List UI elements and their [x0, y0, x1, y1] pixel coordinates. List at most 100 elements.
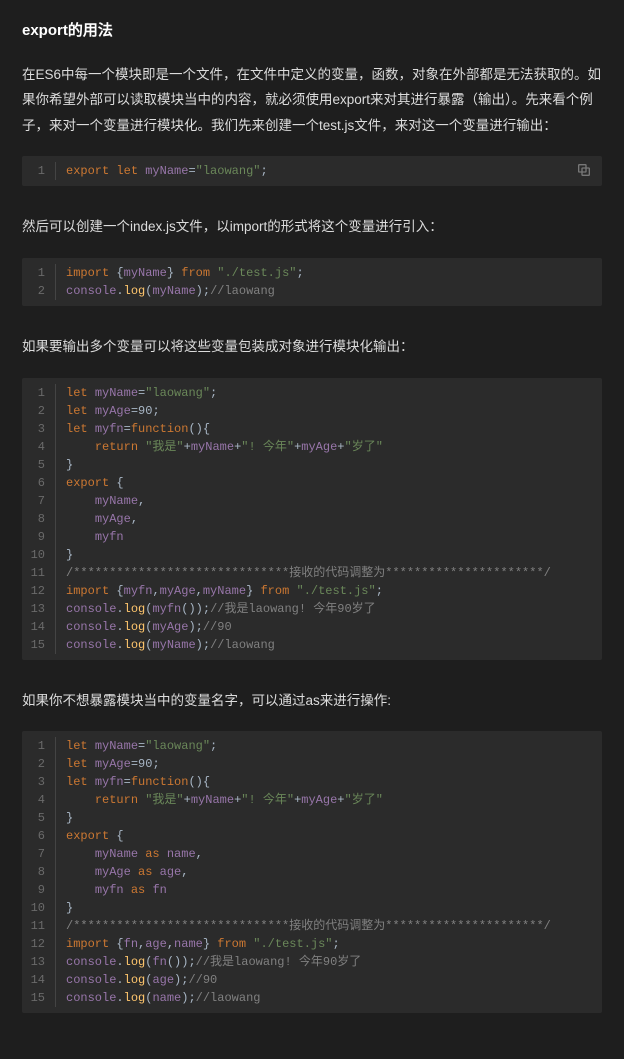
copy-icon — [576, 162, 592, 178]
code-content: console.log(fn());//我是laowang! 今年90岁了 — [56, 953, 361, 971]
code-line: 1import {myName} from "./test.js"; — [22, 264, 602, 282]
code-content: } — [56, 546, 73, 564]
code-line: 6export { — [22, 474, 602, 492]
line-number: 13 — [22, 600, 56, 618]
code-content: myAge as age, — [56, 863, 188, 881]
code-content: myfn as fn — [56, 881, 167, 899]
code-line: 5} — [22, 809, 602, 827]
line-number: 5 — [22, 456, 56, 474]
code-block-2: 1import {myName} from "./test.js";2conso… — [22, 258, 602, 306]
code-line: 4 return "我是"+myName+"! 今年"+myAge+"岁了" — [22, 791, 602, 809]
code-content: console.log(name);//laowang — [56, 989, 260, 1007]
code-line: 4 return "我是"+myName+"! 今年"+myAge+"岁了" — [22, 438, 602, 456]
code-block-3: 1let myName="laowang";2let myAge=90;3let… — [22, 378, 602, 660]
line-number: 12 — [22, 582, 56, 600]
code-line: 8 myAge, — [22, 510, 602, 528]
paragraph-1: 在ES6中每一个模块即是一个文件，在文件中定义的变量，函数，对象在外部都是无法获… — [22, 62, 602, 139]
code-line: 10} — [22, 899, 602, 917]
code-content: myName as name, — [56, 845, 203, 863]
line-number: 13 — [22, 953, 56, 971]
paragraph-2: 然后可以创建一个index.js文件，以import的形式将这个变量进行引入： — [22, 214, 602, 240]
code-content: let myfn=function(){ — [56, 420, 210, 438]
code-content: let myAge=90; — [56, 755, 160, 773]
line-number: 3 — [22, 420, 56, 438]
code-content: } — [56, 899, 73, 917]
line-number: 15 — [22, 989, 56, 1007]
code-content: } — [56, 809, 73, 827]
line-number: 2 — [22, 755, 56, 773]
code-line: 7 myName, — [22, 492, 602, 510]
code-content: } — [56, 456, 73, 474]
code-line: 11/******************************接收的代码调整… — [22, 564, 602, 582]
line-number: 2 — [22, 282, 56, 300]
line-number: 6 — [22, 827, 56, 845]
line-number: 2 — [22, 402, 56, 420]
code-line: 1export let myName="laowang"; — [22, 162, 602, 180]
code-content: export { — [56, 827, 124, 845]
line-number: 1 — [22, 737, 56, 755]
line-number: 11 — [22, 917, 56, 935]
code-content: /******************************接收的代码调整为*… — [56, 564, 551, 582]
line-number: 12 — [22, 935, 56, 953]
code-content: export { — [56, 474, 124, 492]
line-number: 8 — [22, 863, 56, 881]
code-content: let myfn=function(){ — [56, 773, 210, 791]
code-line: 14console.log(myAge);//90 — [22, 618, 602, 636]
code-line: 2let myAge=90; — [22, 402, 602, 420]
line-number: 1 — [22, 264, 56, 282]
code-line: 11/******************************接收的代码调整… — [22, 917, 602, 935]
line-number: 6 — [22, 474, 56, 492]
code-line: 1let myName="laowang"; — [22, 737, 602, 755]
line-number: 1 — [22, 384, 56, 402]
code-content: myName, — [56, 492, 145, 510]
code-content: import {fn,age,name} from "./test.js"; — [56, 935, 340, 953]
line-number: 15 — [22, 636, 56, 654]
code-content: console.log(age);//90 — [56, 971, 217, 989]
paragraph-3: 如果要输出多个变量可以将这些变量包装成对象进行模块化输出： — [22, 334, 602, 360]
line-number: 3 — [22, 773, 56, 791]
line-number: 4 — [22, 438, 56, 456]
code-line: 14console.log(age);//90 — [22, 971, 602, 989]
code-line: 15console.log(myName);//laowang — [22, 636, 602, 654]
section-heading: export的用法 — [22, 18, 602, 44]
code-line: 13console.log(myfn());//我是laowang! 今年90岁… — [22, 600, 602, 618]
code-line: 1let myName="laowang"; — [22, 384, 602, 402]
code-content: let myAge=90; — [56, 402, 160, 420]
line-number: 10 — [22, 899, 56, 917]
line-number: 9 — [22, 528, 56, 546]
line-number: 14 — [22, 618, 56, 636]
copy-button[interactable] — [576, 162, 594, 180]
code-line: 12import {myfn,myAge,myName} from "./tes… — [22, 582, 602, 600]
line-number: 10 — [22, 546, 56, 564]
code-content: console.log(myName);//laowang — [56, 282, 275, 300]
code-content: let myName="laowang"; — [56, 384, 217, 402]
code-content: import {myName} from "./test.js"; — [56, 264, 304, 282]
code-line: 9 myfn as fn — [22, 881, 602, 899]
line-number: 11 — [22, 564, 56, 582]
code-line: 3let myfn=function(){ — [22, 420, 602, 438]
code-content: return "我是"+myName+"! 今年"+myAge+"岁了" — [56, 438, 383, 456]
code-content: myAge, — [56, 510, 138, 528]
code-line: 12import {fn,age,name} from "./test.js"; — [22, 935, 602, 953]
paragraph-4: 如果你不想暴露模块当中的变量名字，可以通过as来进行操作: — [22, 688, 602, 714]
line-number: 9 — [22, 881, 56, 899]
code-content: return "我是"+myName+"! 今年"+myAge+"岁了" — [56, 791, 383, 809]
code-line: 15console.log(name);//laowang — [22, 989, 602, 1007]
line-number: 14 — [22, 971, 56, 989]
code-content: export let myName="laowang"; — [56, 162, 268, 180]
code-content: myfn — [56, 528, 124, 546]
line-number: 4 — [22, 791, 56, 809]
code-line: 8 myAge as age, — [22, 863, 602, 881]
code-content: import {myfn,myAge,myName} from "./test.… — [56, 582, 383, 600]
code-block-4: 1let myName="laowang";2let myAge=90;3let… — [22, 731, 602, 1013]
code-line: 2let myAge=90; — [22, 755, 602, 773]
code-content: /******************************接收的代码调整为*… — [56, 917, 551, 935]
code-line: 5} — [22, 456, 602, 474]
code-line: 10} — [22, 546, 602, 564]
code-content: console.log(myfn());//我是laowang! 今年90岁了 — [56, 600, 376, 618]
code-line: 9 myfn — [22, 528, 602, 546]
code-content: let myName="laowang"; — [56, 737, 217, 755]
code-block-1: 1export let myName="laowang"; — [22, 156, 602, 186]
line-number: 7 — [22, 492, 56, 510]
line-number: 8 — [22, 510, 56, 528]
